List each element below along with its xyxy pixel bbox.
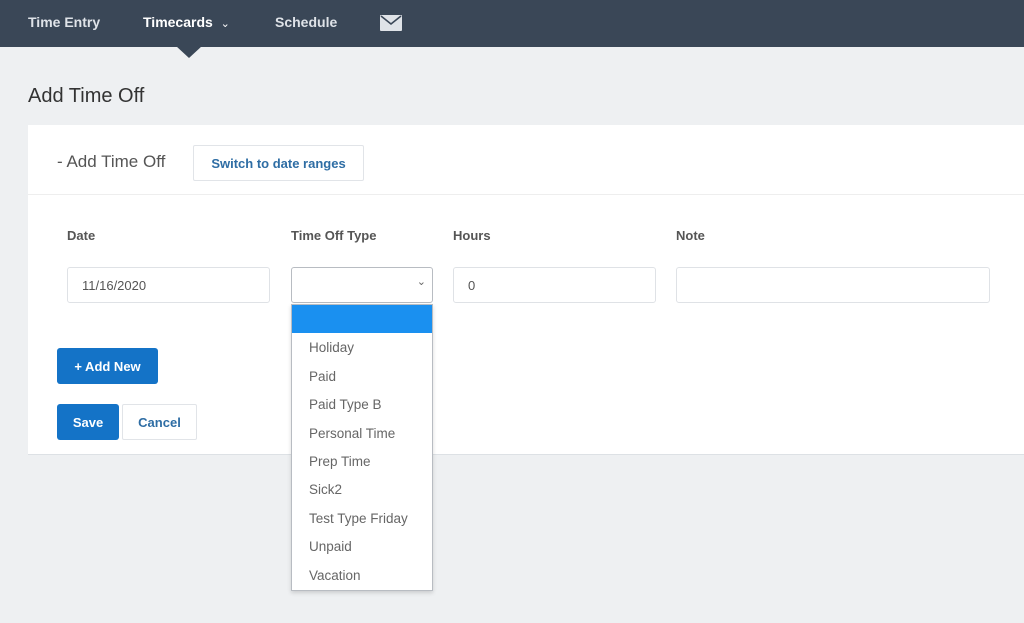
nav-time-entry[interactable]: Time Entry (28, 14, 100, 30)
dropdown-option-blank[interactable] (292, 305, 432, 334)
date-label: Date (67, 228, 96, 243)
section-toggle[interactable]: - Add Time Off (57, 152, 165, 172)
cancel-button[interactable]: Cancel (122, 404, 197, 440)
dropdown-option[interactable]: Unpaid (292, 532, 432, 560)
note-textarea[interactable] (676, 267, 990, 303)
hours-label: Hours (453, 228, 491, 243)
envelope-icon[interactable] (380, 15, 402, 31)
active-nav-caret (176, 46, 202, 58)
dropdown-option[interactable]: Paid (292, 362, 432, 390)
divider (28, 194, 1024, 195)
dropdown-option[interactable]: Sick2 (292, 475, 432, 503)
dropdown-option[interactable]: Personal Time (292, 419, 432, 447)
add-new-button[interactable]: + Add New (57, 348, 158, 384)
top-nav: Time Entry Timecards ⌄ Schedule (0, 0, 1024, 47)
time-off-type-label: Time Off Type (291, 228, 377, 243)
note-label: Note (676, 228, 705, 243)
time-off-type-select[interactable]: ⌄ (291, 267, 433, 303)
dropdown-option[interactable]: Test Type Friday (292, 504, 432, 532)
switch-to-date-ranges-button[interactable]: Switch to date ranges (193, 145, 364, 181)
dropdown-option[interactable]: Prep Time (292, 447, 432, 475)
page-title: Add Time Off (28, 85, 145, 107)
nav-schedule[interactable]: Schedule (275, 14, 337, 30)
time-off-type-dropdown: Holiday Paid Paid Type B Personal Time P… (291, 304, 433, 591)
add-time-off-panel: - Add Time Off Switch to date ranges Dat… (28, 125, 1024, 455)
dropdown-option[interactable]: Vacation (292, 561, 432, 589)
chevron-down-icon: ⌄ (416, 276, 426, 288)
dropdown-option[interactable]: Holiday (292, 333, 432, 361)
save-button[interactable]: Save (57, 404, 119, 440)
hours-input[interactable]: 0 (453, 267, 656, 303)
date-input[interactable]: 11/16/2020 (67, 267, 270, 303)
dropdown-option[interactable]: Paid Type B (292, 390, 432, 418)
chevron-down-icon: ⌄ (220, 18, 230, 30)
nav-timecards[interactable]: Timecards ⌄ (143, 14, 230, 30)
nav-timecards-label: Timecards (143, 14, 213, 30)
